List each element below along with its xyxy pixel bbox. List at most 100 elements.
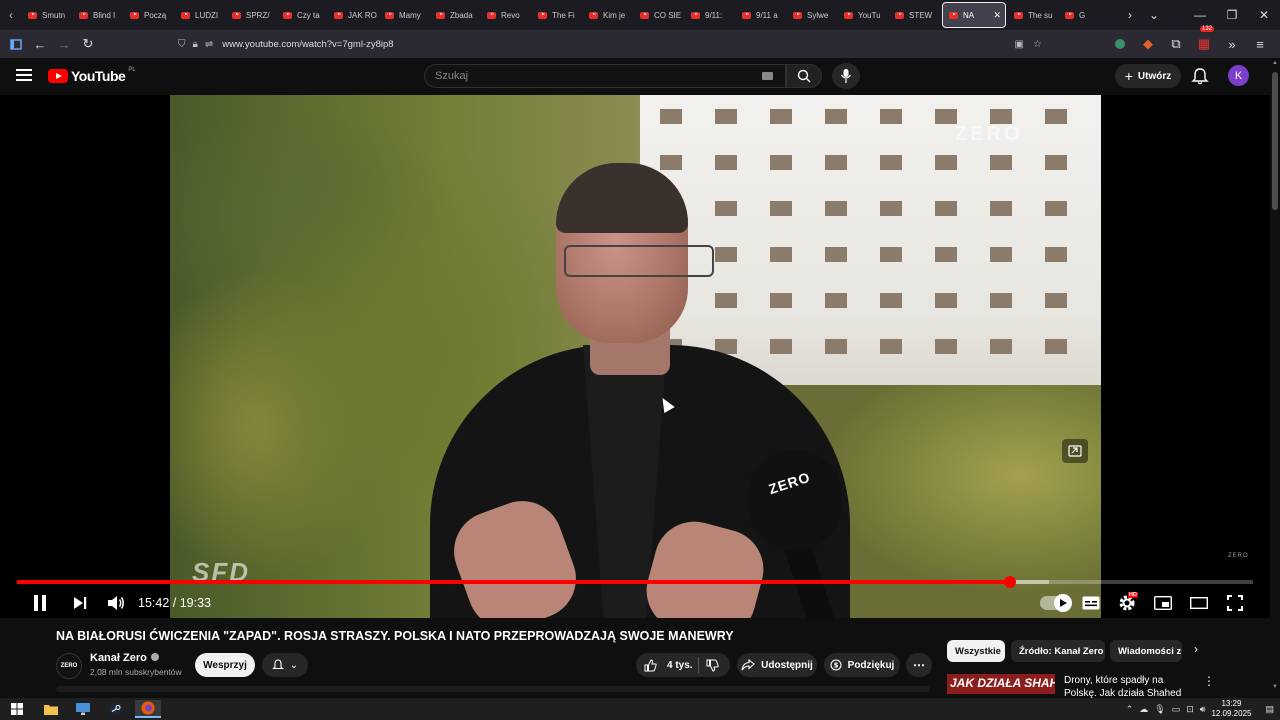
firefox-icon[interactable] (135, 700, 161, 718)
like-count[interactable]: 4 tys. (667, 660, 693, 671)
pause-button[interactable] (29, 592, 51, 614)
account-avatar[interactable]: K (1228, 65, 1249, 86)
speaker-tray-icon[interactable]: 🔊︎ (1200, 704, 1206, 715)
extensions-puzzle-icon[interactable]: ⧉ (1164, 30, 1188, 58)
browser-tab[interactable]: Smutn (22, 2, 73, 28)
page-info-icon[interactable]: ⇌ (205, 39, 213, 50)
extension-shield-icon[interactable] (1108, 30, 1132, 58)
support-button[interactable]: Wesprzyj (195, 653, 255, 677)
sidebar-toggle-icon[interactable] (4, 30, 28, 58)
channel-name-row[interactable]: Kanał Zero (90, 652, 159, 664)
browser-tab[interactable]: Sylwe (787, 2, 838, 28)
browser-tab[interactable]: The su (1008, 2, 1059, 28)
browser-tab[interactable]: SPRZ/ (226, 2, 277, 28)
video-frame[interactable]: ZERO ZERO SFD (170, 95, 1101, 618)
windows-start-icon[interactable] (4, 700, 30, 718)
browser-tab[interactable]: The Fi (532, 2, 583, 28)
browser-tab[interactable]: 9/11 a (736, 2, 787, 28)
subtitles-button[interactable] (1080, 592, 1102, 614)
scrollbar-thumb[interactable] (1272, 72, 1278, 210)
recommendation-menu-icon[interactable]: ⋮ (1203, 674, 1215, 688)
cloud-icon[interactable]: ☁ (1139, 704, 1148, 715)
recommendation-title[interactable]: Drony, które spadły na Polskę. Jak dział… (1064, 674, 1194, 698)
notifications-button[interactable] (1190, 67, 1210, 85)
browser-tab[interactable]: 9/11: (685, 2, 736, 28)
search-input[interactable]: Szukaj (424, 64, 786, 88)
browser-tab[interactable]: Zbada (430, 2, 481, 28)
guide-menu-icon[interactable] (16, 69, 32, 81)
settings-button[interactable]: HD (1116, 592, 1138, 614)
youtube-logo[interactable]: YouTube PL (48, 67, 136, 84)
create-button[interactable]: + Utwórz (1115, 64, 1181, 88)
browser-tab[interactable]: STEW (889, 2, 940, 28)
bookmark-star-icon[interactable]: ☆ (1033, 39, 1042, 50)
dislike-icon[interactable] (706, 659, 719, 672)
filter-chip[interactable]: Źródło: Kanał Zero (1011, 640, 1105, 662)
channel-name[interactable]: Kanał Zero (90, 652, 147, 664)
subscription-bell-button[interactable]: ⌄ (262, 653, 308, 677)
clock[interactable]: 13:29 12.09.2025 (1211, 699, 1251, 719)
scroll-down-icon[interactable]: ▼ (1272, 684, 1278, 690)
filter-chip[interactable]: Wszystkie (947, 640, 1005, 662)
browser-tab[interactable]: Revo (481, 2, 532, 28)
volume-button[interactable] (105, 592, 127, 614)
extension-fox-icon[interactable]: ◆ (1136, 30, 1160, 58)
browser-tab[interactable]: YouTu (838, 2, 889, 28)
more-actions-button[interactable]: ⋯ (906, 653, 932, 677)
filter-chip[interactable]: Wiadomości z (1110, 640, 1182, 662)
miniplayer-button[interactable] (1152, 592, 1174, 614)
fullscreen-button[interactable] (1224, 592, 1246, 614)
browser-tab[interactable]: LUDZI (175, 2, 226, 28)
forward-icon[interactable]: → (52, 30, 76, 58)
list-all-tabs-icon[interactable]: ⌄ (1142, 0, 1166, 30)
reader-view-icon[interactable]: ▣ (1015, 39, 1024, 50)
autoplay-toggle[interactable] (1040, 594, 1072, 612)
browser-tab[interactable]: Kim je (583, 2, 634, 28)
tabs-scroll-left-icon[interactable]: ‹ (0, 0, 22, 30)
next-button[interactable] (69, 592, 91, 614)
scrubber-handle[interactable] (1003, 576, 1016, 588)
thanks-button[interactable]: $ Podziękuj (824, 653, 900, 677)
url-bar[interactable]: ⛉ 🔒︎ ⇌ www.youtube.com/watch?v=7gml-zy8i… (178, 34, 1050, 54)
notifications-tray-icon[interactable]: ▤ (1265, 704, 1274, 715)
extension-badge-icon[interactable]: ▦ 132 (1192, 26, 1216, 58)
browser-tab[interactable]: Blind I (73, 2, 124, 28)
browser-tab[interactable]: Począ (124, 2, 175, 28)
close-tab-icon[interactable]: ✕ (993, 10, 1001, 21)
remote-desktop-icon[interactable] (70, 700, 96, 718)
browser-tab[interactable]: NA ✕ (942, 2, 1006, 28)
browser-tab[interactable]: Czy ta (277, 2, 328, 28)
miniplayer-overlay-icon[interactable] (1062, 439, 1088, 463)
share-button[interactable]: Udostępnij (737, 653, 817, 677)
tabs-scroll-right-icon[interactable]: › (1118, 0, 1142, 30)
page-scrollbar[interactable]: ▲ ▼ (1270, 58, 1280, 698)
voice-search-button[interactable] (832, 63, 860, 89)
browser-tab[interactable]: CO SIE (634, 2, 685, 28)
shield-icon[interactable]: ⛉ (178, 39, 186, 50)
reload-icon[interactable]: ↻ (76, 30, 100, 58)
file-explorer-icon[interactable] (38, 700, 64, 718)
channel-avatar[interactable]: ZERO (56, 653, 82, 679)
chips-next-icon[interactable]: › (1194, 642, 1198, 656)
url-text[interactable]: www.youtube.com/watch?v=7gml-zy8ip8 (222, 39, 393, 50)
recommendation-thumbnail[interactable]: JAK DZIAŁA SHAHED? (947, 674, 1055, 694)
back-icon[interactable]: ← (28, 30, 52, 58)
browser-tab[interactable]: JAK RO (328, 2, 379, 28)
overflow-menu-icon[interactable]: » (1220, 30, 1244, 58)
like-icon[interactable] (644, 658, 657, 672)
keyboard-icon[interactable] (762, 72, 773, 80)
mic-tray-icon[interactable]: 🎙︎ (1154, 704, 1165, 715)
video-player[interactable]: ZERO ZERO SFD ZERO 15:42 / 19:33 HD (0, 95, 1270, 618)
battery-icon[interactable]: ▭ (1172, 704, 1181, 715)
tray-overflow-icon[interactable]: ⌃ (1126, 704, 1134, 715)
network-icon[interactable]: ⊡ (1186, 704, 1194, 715)
scroll-up-icon[interactable]: ▲ (1272, 60, 1278, 66)
close-window-icon[interactable]: ✕ (1248, 0, 1280, 30)
restore-icon[interactable]: ❐ (1216, 0, 1248, 30)
search-button[interactable] (786, 64, 822, 88)
lock-icon[interactable]: 🔒︎ (193, 39, 198, 50)
browser-tab[interactable]: G (1059, 2, 1110, 28)
browser-tab[interactable]: Mamy (379, 2, 430, 28)
app-menu-icon[interactable]: ≡ (1248, 30, 1272, 58)
steam-icon[interactable] (103, 700, 129, 718)
